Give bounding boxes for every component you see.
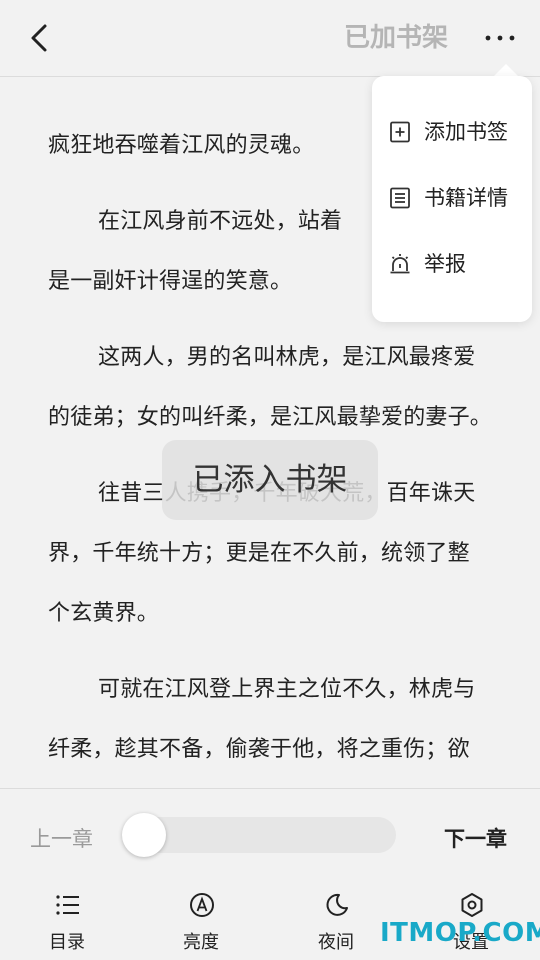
report-alarm-icon [390, 254, 410, 274]
settings-icon [461, 893, 483, 917]
watermark: ITMOP.COM [380, 918, 540, 948]
text-line: 可就在江风登上界主之位不久，林虎与 [98, 677, 476, 702]
menu-item-report[interactable]: 举报 [388, 244, 528, 284]
text-line: 个玄黄界。 [48, 601, 160, 626]
chapter-progress-thumb[interactable] [122, 813, 166, 857]
menu-caret [494, 64, 518, 76]
chevron-left-icon [31, 24, 47, 52]
menu-item-label: 添加书签 [424, 120, 508, 144]
text-line: 这两人，男的名叫林虎，是江风最疼爱 [98, 345, 476, 370]
toast-message: 已添入书架 [162, 440, 378, 520]
nav-label: 目录 [49, 932, 85, 953]
nav-label: 亮度 [183, 932, 219, 953]
shelf-status-label: 已加书架 [344, 23, 449, 53]
menu-item-add-bookmark[interactable]: 添加书签 [388, 112, 528, 152]
more-dots-icon [485, 35, 515, 41]
book-details-icon [390, 187, 410, 209]
menu-item-label: 举报 [424, 252, 466, 276]
text-line: 纤柔，趁其不备，偷袭于他，将之重伤；欲 [48, 737, 470, 762]
nav-item-night-mode[interactable]: 夜间 [286, 882, 386, 960]
next-chapter-button[interactable]: 下一章 [444, 823, 507, 853]
nav-item-catalog[interactable]: 目录 [17, 882, 117, 960]
nav-item-brightness[interactable]: 亮度 [151, 882, 251, 960]
menu-item-label: 书籍详情 [424, 186, 508, 210]
nav-label: 夜间 [318, 932, 354, 953]
text-line: 界，千年统十方；更是在不久前，统领了整 [48, 541, 470, 566]
brightness-icon [190, 893, 214, 917]
text-line: 的徒弟；女的叫纤柔，是江风最挚爱的妻子。 [48, 405, 493, 430]
chapter-navigation: 上一章 下一章 [0, 788, 540, 883]
moon-icon [326, 893, 348, 916]
menu-item-book-details[interactable]: 书籍详情 [388, 178, 528, 218]
back-button[interactable] [22, 20, 58, 56]
prev-chapter-button[interactable]: 上一章 [30, 823, 93, 853]
list-icon [56, 895, 79, 915]
bookmark-add-icon [390, 121, 410, 143]
top-bar: 已加书架 [0, 0, 540, 77]
more-options-button[interactable] [482, 24, 518, 52]
more-options-menu: 添加书签 书籍详情 举报 [372, 76, 532, 322]
